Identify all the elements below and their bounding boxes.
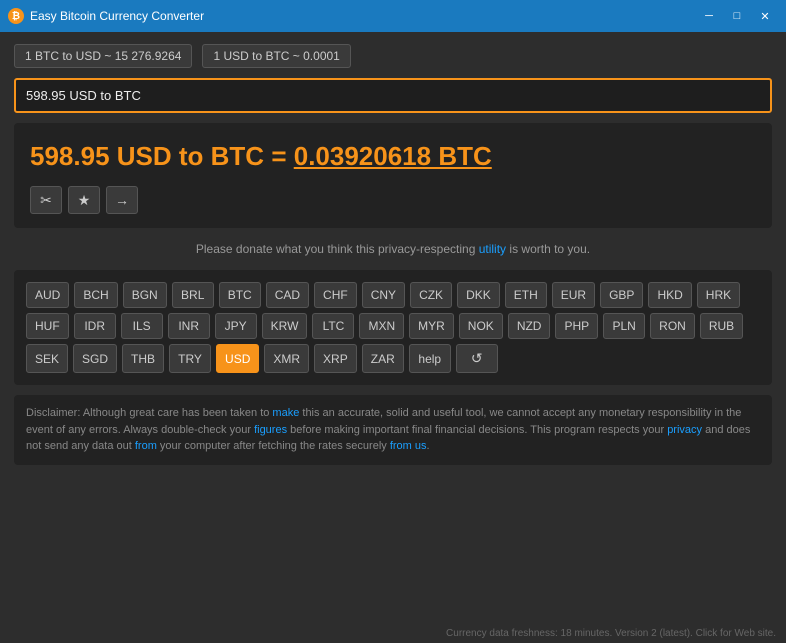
main-content: 1 BTC to USD ~ 15 276.9264 1 USD to BTC … (0, 32, 786, 477)
currency-btn-czk[interactable]: CZK (410, 282, 452, 308)
currency-btn-krw[interactable]: KRW (262, 313, 308, 339)
currency-btn-btc[interactable]: BTC (219, 282, 261, 308)
close-button[interactable]: ✕ (752, 6, 778, 26)
rate-pills: 1 BTC to USD ~ 15 276.9264 1 USD to BTC … (14, 44, 772, 68)
currency-btn-dkk[interactable]: DKK (457, 282, 500, 308)
currency-btn-ils[interactable]: ILS (121, 313, 163, 339)
footer[interactable]: Currency data freshness: 18 minutes. Ver… (0, 624, 786, 643)
footer-text: Currency data freshness: 18 minutes. Ver… (446, 628, 776, 639)
cut-button[interactable]: ✂ (30, 186, 62, 214)
result-display: 598.95 USD to BTC = 0.03920618 BTC (30, 141, 756, 172)
currency-btn-bch[interactable]: BCH (74, 282, 117, 308)
app-icon: ₿ (8, 8, 24, 24)
currency-btn-usd[interactable]: USD (216, 344, 259, 373)
currency-btn-rub[interactable]: RUB (700, 313, 743, 339)
result-output-part: 0.03920618 BTC (294, 141, 492, 171)
currency-btn-eth[interactable]: ETH (505, 282, 547, 308)
disclaimer: Disclaimer: Although great care has been… (14, 395, 772, 465)
currency-btn-ltc[interactable]: LTC (312, 313, 354, 339)
currency-btn-chf[interactable]: CHF (314, 282, 357, 308)
result-input-part: 598.95 USD to BTC (30, 141, 264, 171)
donate-text: Please donate what you think this privac… (14, 238, 772, 260)
titlebar-controls: ─ □ ✕ (696, 6, 778, 26)
titlebar-left: ₿ Easy Bitcoin Currency Converter (8, 8, 204, 24)
titlebar: ₿ Easy Bitcoin Currency Converter ─ □ ✕ (0, 0, 786, 32)
currency-btn-pln[interactable]: PLN (603, 313, 645, 339)
currency-btn-help[interactable]: help (409, 344, 451, 373)
currency-grid: AUDBCHBGNBRLBTCCADCHFCNYCZKDKKETHEURGBPH… (26, 282, 760, 373)
currency-btn-try[interactable]: TRY (169, 344, 211, 373)
currency-btn-xrp[interactable]: XRP (314, 344, 357, 373)
privacy-link[interactable]: privacy (667, 424, 702, 436)
utility-link[interactable]: utility (479, 242, 506, 256)
currency-btn-php[interactable]: PHP (555, 313, 598, 339)
currency-btn-gbp[interactable]: GBP (600, 282, 643, 308)
us-link2[interactable]: us (415, 440, 427, 452)
minimize-button[interactable]: ─ (696, 6, 722, 26)
make-link[interactable]: make (272, 407, 299, 419)
currency-btn-myr[interactable]: MYR (409, 313, 454, 339)
currency-btn-↺[interactable]: ↺ (456, 344, 498, 373)
currency-btn-eur[interactable]: EUR (552, 282, 595, 308)
rate-pill-btc-usd: 1 BTC to USD ~ 15 276.9264 (14, 44, 192, 68)
app-title: Easy Bitcoin Currency Converter (30, 9, 204, 23)
currency-btn-cad[interactable]: CAD (266, 282, 309, 308)
currency-btn-aud[interactable]: AUD (26, 282, 69, 308)
currency-btn-inr[interactable]: INR (168, 313, 210, 339)
us-link[interactable]: from (390, 440, 412, 452)
currency-btn-zar[interactable]: ZAR (362, 344, 404, 373)
currency-btn-xmr[interactable]: XMR (264, 344, 309, 373)
figures-link[interactable]: figures (254, 424, 287, 436)
result-equals: = (271, 141, 293, 171)
favorite-button[interactable]: ★ (68, 186, 100, 214)
currency-btn-sek[interactable]: SEK (26, 344, 68, 373)
currency-btn-cny[interactable]: CNY (362, 282, 405, 308)
currency-btn-sgd[interactable]: SGD (73, 344, 117, 373)
currency-btn-jpy[interactable]: JPY (215, 313, 257, 339)
currency-btn-nzd[interactable]: NZD (508, 313, 551, 339)
currency-btn-ron[interactable]: RON (650, 313, 695, 339)
currency-btn-nok[interactable]: NOK (459, 313, 503, 339)
currency-btn-hkd[interactable]: HKD (648, 282, 691, 308)
currency-btn-mxn[interactable]: MXN (359, 313, 404, 339)
from-link[interactable]: from (135, 440, 157, 452)
convert-direction-button[interactable]: → (106, 186, 138, 214)
currency-btn-bgn[interactable]: BGN (123, 282, 167, 308)
currency-section: AUDBCHBGNBRLBTCCADCHFCNYCZKDKKETHEURGBPH… (14, 270, 772, 385)
currency-btn-huf[interactable]: HUF (26, 313, 69, 339)
currency-btn-brl[interactable]: BRL (172, 282, 214, 308)
action-buttons: ✂ ★ → (30, 186, 756, 214)
currency-btn-hrk[interactable]: HRK (697, 282, 740, 308)
currency-btn-thb[interactable]: THB (122, 344, 164, 373)
currency-btn-idr[interactable]: IDR (74, 313, 116, 339)
converter-input[interactable] (14, 78, 772, 113)
maximize-button[interactable]: □ (724, 6, 750, 26)
rate-pill-usd-btc: 1 USD to BTC ~ 0.0001 (202, 44, 350, 68)
result-area: 598.95 USD to BTC = 0.03920618 BTC ✂ ★ → (14, 123, 772, 228)
